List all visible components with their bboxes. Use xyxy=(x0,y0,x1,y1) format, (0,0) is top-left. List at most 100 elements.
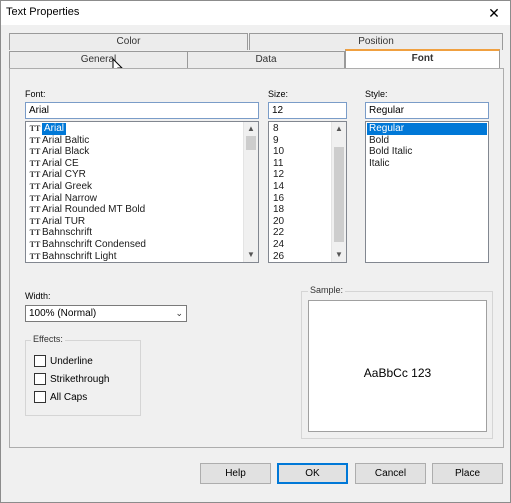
place-button[interactable]: Place xyxy=(432,463,503,484)
sample-text: AaBbCc 123 xyxy=(363,366,432,380)
list-item-label: Arial CYR xyxy=(42,169,86,181)
font-list-scrollbar[interactable]: ▲ ▼ xyxy=(243,122,258,262)
width-label: Width: xyxy=(25,291,51,301)
tab-position[interactable]: Position xyxy=(249,33,503,50)
chevron-down-icon: ⌄ xyxy=(175,308,183,318)
scroll-up-icon[interactable]: ▲ xyxy=(244,122,258,136)
list-item[interactable]: TT Arial CE xyxy=(26,158,243,170)
list-item[interactable]: TT Arial Rounded MT Bold xyxy=(26,204,243,216)
underline-label: Underline xyxy=(50,355,93,367)
style-items: Regular Bold Bold Italic Italic xyxy=(367,123,487,169)
size-list-scrollbar[interactable]: ▲ ▼ xyxy=(331,122,346,262)
list-item-label: Bahnschrift Light xyxy=(42,250,117,262)
strikethrough-label: Strikethrough xyxy=(50,373,110,385)
list-item[interactable]: TT Arial Narrow xyxy=(26,193,243,205)
list-item[interactable]: TT Bahnschrift Condensed xyxy=(26,239,243,251)
truetype-font-icon: TT xyxy=(29,216,41,226)
scroll-down-icon[interactable]: ▼ xyxy=(244,248,258,262)
list-item[interactable]: 16 xyxy=(271,193,331,205)
effects-label: Effects: xyxy=(31,334,65,344)
checkbox-box[interactable] xyxy=(34,355,46,367)
ok-button[interactable]: OK xyxy=(277,463,348,484)
all-caps-label: All Caps xyxy=(50,391,88,403)
list-item-label: Arial Greek xyxy=(42,180,93,192)
sample-label: Sample: xyxy=(308,285,346,295)
size-label: Size: xyxy=(268,89,289,99)
cancel-button[interactable]: Cancel xyxy=(355,463,426,484)
text-properties-dialog: Text Properties ✕ Color Position General… xyxy=(0,0,511,503)
list-item[interactable]: TT Arial Greek xyxy=(26,181,243,193)
all-caps-checkbox[interactable]: All Caps xyxy=(34,391,87,403)
list-item[interactable]: Bold Italic xyxy=(367,146,487,158)
font-name-field[interactable]: Arial xyxy=(25,102,259,119)
truetype-font-icon: TT xyxy=(29,181,41,191)
list-item[interactable]: 20 xyxy=(271,216,331,228)
list-item[interactable]: 18 xyxy=(271,204,331,216)
width-value: 100% (Normal) xyxy=(29,308,97,319)
list-item[interactable]: Regular xyxy=(367,123,487,135)
strikethrough-checkbox[interactable]: Strikethrough xyxy=(34,373,109,385)
tab-data[interactable]: Data xyxy=(187,51,345,68)
list-item[interactable]: 22 xyxy=(271,227,331,239)
checkbox-box[interactable] xyxy=(34,373,46,385)
style-label: Style: xyxy=(365,89,388,99)
close-icon[interactable]: ✕ xyxy=(484,3,504,23)
font-list[interactable]: TT Arial TT Arial Baltic TT Arial Black TT Aria… xyxy=(25,121,259,263)
list-item-label: Arial CE xyxy=(42,157,79,169)
list-item-label: Arial Black xyxy=(42,146,90,158)
list-item[interactable]: TT Arial CYR xyxy=(26,169,243,181)
list-item-label: Bahnschrift xyxy=(42,227,93,239)
window-title: Text Properties xyxy=(6,6,80,18)
list-item-label: Arial Baltic xyxy=(42,134,90,146)
list-item-label: Arial xyxy=(42,123,67,135)
truetype-font-icon: TT xyxy=(29,239,41,249)
list-item[interactable]: TT Arial Baltic xyxy=(26,135,243,147)
list-item[interactable]: 9 xyxy=(271,135,331,147)
truetype-font-icon: TT xyxy=(29,147,41,157)
list-item-label: Bahnschrift Condensed xyxy=(42,238,146,250)
truetype-font-icon: TT xyxy=(29,124,41,133)
truetype-font-icon: TT xyxy=(29,251,41,261)
list-item[interactable]: 8 xyxy=(271,123,331,135)
checkbox-box[interactable] xyxy=(34,391,46,403)
font-label: Font: xyxy=(25,89,46,99)
tab-color[interactable]: Color xyxy=(9,33,248,50)
width-dropdown[interactable]: 100% (Normal) ⌄ xyxy=(25,305,187,322)
list-item-label: Arial Narrow xyxy=(42,192,98,204)
size-list[interactable]: 8 9 10 11 12 14 16 18 20 22 24 26 ▲ ▼ xyxy=(268,121,347,263)
list-item[interactable]: TT Arial xyxy=(26,123,243,135)
list-item[interactable]: Italic xyxy=(367,158,487,170)
list-item-label: Arial Rounded MT Bold xyxy=(42,204,146,216)
truetype-font-icon: TT xyxy=(29,228,41,238)
style-field[interactable]: Regular xyxy=(365,102,489,119)
list-item[interactable]: Bold xyxy=(367,135,487,147)
list-item[interactable]: TT Bahnschrift Light xyxy=(26,250,243,262)
truetype-font-icon: TT xyxy=(29,205,41,215)
list-item[interactable]: 24 xyxy=(271,239,331,251)
font-items: TT Arial TT Arial Baltic TT Arial Black TT Aria… xyxy=(26,123,243,262)
truetype-font-icon: TT xyxy=(29,158,41,168)
list-item[interactable]: TT Arial Black xyxy=(26,146,243,158)
list-item[interactable]: 11 xyxy=(271,158,331,170)
list-item[interactable]: 26 xyxy=(271,251,331,262)
scroll-up-icon[interactable]: ▲ xyxy=(332,122,346,136)
tab-font[interactable]: Font xyxy=(345,49,500,69)
size-items: 8 9 10 11 12 14 16 18 20 22 24 26 xyxy=(271,123,331,262)
scroll-down-icon[interactable]: ▼ xyxy=(332,248,346,262)
underline-checkbox[interactable]: Underline xyxy=(34,355,93,367)
list-item[interactable]: 10 xyxy=(271,146,331,158)
size-field[interactable]: 12 xyxy=(268,102,347,119)
truetype-font-icon: TT xyxy=(29,170,41,180)
list-item[interactable]: TT Arial TUR xyxy=(26,216,243,228)
list-item[interactable]: 14 xyxy=(271,181,331,193)
scroll-thumb[interactable] xyxy=(334,147,344,242)
list-item[interactable]: TT Bahnschrift xyxy=(26,227,243,239)
truetype-font-icon: TT xyxy=(29,193,41,203)
tab-general[interactable]: General xyxy=(9,51,188,68)
title-bar: Text Properties ✕ xyxy=(1,1,510,25)
style-list[interactable]: Regular Bold Bold Italic Italic xyxy=(365,121,489,263)
scroll-thumb[interactable] xyxy=(246,136,256,150)
truetype-font-icon: TT xyxy=(29,135,41,145)
help-button[interactable]: Help xyxy=(200,463,271,484)
list-item[interactable]: 12 xyxy=(271,169,331,181)
